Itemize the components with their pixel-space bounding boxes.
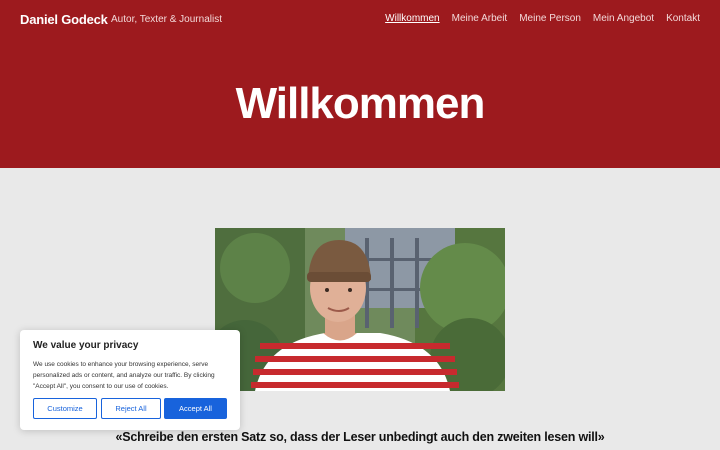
cookie-consent-banner: We value your privacy We use cookies to … xyxy=(20,330,240,430)
cookie-banner-text: We use cookies to enhance your browsing … xyxy=(33,361,215,390)
accept-all-button[interactable]: Accept All xyxy=(164,398,227,419)
site-tagline: Autor, Texter & Journalist xyxy=(111,14,222,25)
nav-item-kontakt[interactable]: Kontakt xyxy=(666,13,700,24)
quote-text: «Schreibe den ersten Satz so, dass der L… xyxy=(115,430,605,444)
reject-all-button[interactable]: Reject All xyxy=(101,398,161,419)
nav-item-meine-arbeit[interactable]: Meine Arbeit xyxy=(452,13,508,24)
portrait-photo xyxy=(215,228,505,391)
cookie-banner-title: We value your privacy xyxy=(33,340,139,351)
customize-button[interactable]: Customize xyxy=(33,398,97,419)
site-title[interactable]: Daniel Godeck xyxy=(20,12,108,27)
nav-item-meine-person[interactable]: Meine Person xyxy=(519,13,581,24)
nav-item-willkommen[interactable]: Willkommen xyxy=(385,13,439,24)
main-nav: Willkommen Meine Arbeit Meine Person Mei… xyxy=(385,13,700,24)
page-title: Willkommen xyxy=(235,79,486,128)
portrait-illustration xyxy=(215,228,505,391)
nav-item-mein-angebot[interactable]: Mein Angebot xyxy=(593,13,654,24)
site-header: Daniel Godeck Autor, Texter & Journalist… xyxy=(0,0,720,168)
